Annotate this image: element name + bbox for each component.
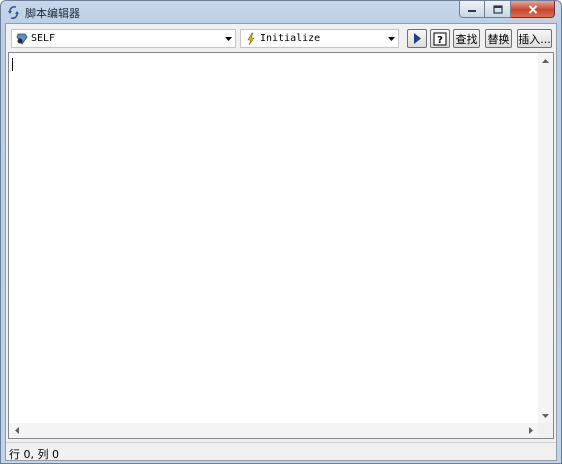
object-combo-value: SELF — [31, 33, 56, 44]
insert-button[interactable]: 插入... — [517, 29, 552, 48]
scroll-left-arrow-icon[interactable] — [9, 423, 24, 438]
replace-button[interactable]: 替换 — [485, 29, 512, 48]
text-caret — [12, 58, 13, 71]
run-button[interactable] — [407, 29, 427, 48]
maximize-button[interactable] — [485, 1, 511, 18]
chevron-down-icon[interactable] — [221, 36, 235, 41]
help-button[interactable]: ? — [430, 29, 450, 48]
close-button[interactable] — [511, 1, 555, 18]
svg-text:?: ? — [437, 35, 443, 46]
find-button[interactable]: 查找 — [453, 29, 480, 48]
script-text-area[interactable] — [8, 52, 554, 439]
scroll-up-arrow-icon[interactable] — [538, 53, 553, 68]
scrollbar-corner — [538, 423, 553, 438]
help-icon: ? — [433, 32, 447, 46]
cursor-position: 行 0, 列 0 — [9, 448, 59, 461]
event-combo-value: Initialize — [260, 33, 321, 44]
object-icon — [16, 33, 28, 45]
maximize-icon — [492, 4, 503, 14]
chevron-down-icon[interactable] — [384, 36, 398, 41]
client-area: SELF Initialize ? 查找 替换 插入... 行 0, 列 0 — [5, 23, 557, 461]
scroll-down-arrow-icon[interactable] — [538, 408, 553, 423]
close-icon — [528, 4, 537, 14]
lightning-icon — [247, 32, 255, 45]
scroll-right-arrow-icon[interactable] — [523, 423, 538, 438]
object-combo[interactable]: SELF — [11, 29, 236, 48]
vertical-scrollbar[interactable] — [538, 53, 553, 423]
minimize-icon — [468, 10, 476, 12]
title-bar[interactable]: 脚本编辑器 — [1, 1, 561, 23]
status-bar: 行 0, 列 0 — [6, 442, 556, 461]
script-editor-window: 脚本编辑器 SELF Initialize ? 查找 替换 插入... 行 0,… — [0, 0, 562, 464]
play-icon — [414, 33, 421, 44]
window-title: 脚本编辑器 — [25, 7, 80, 20]
minimize-button[interactable] — [459, 1, 485, 18]
event-combo[interactable]: Initialize — [240, 29, 399, 48]
horizontal-scrollbar[interactable] — [9, 423, 538, 438]
script-app-icon — [8, 6, 19, 19]
